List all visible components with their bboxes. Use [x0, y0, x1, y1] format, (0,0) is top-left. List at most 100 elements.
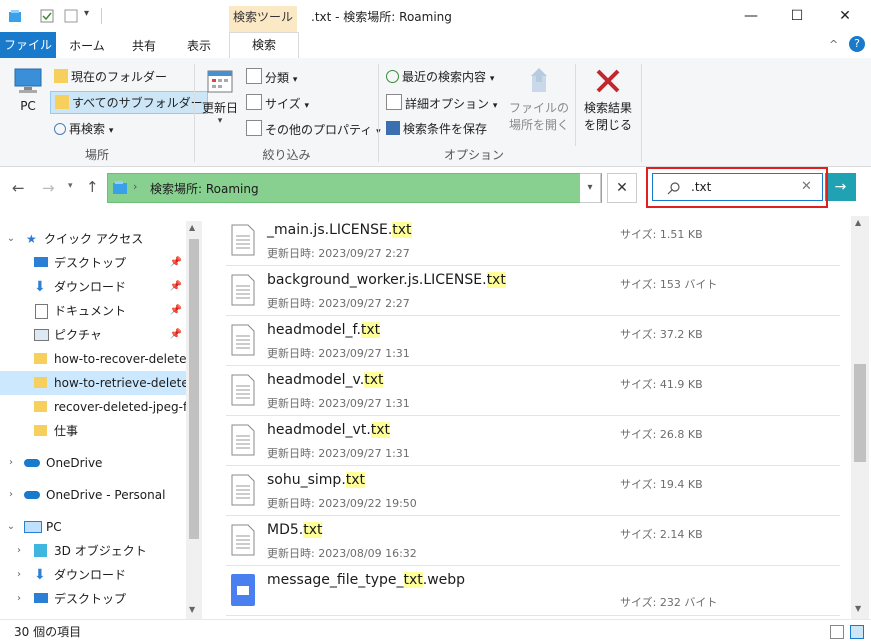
scroll-up-icon[interactable]: ▲ — [189, 223, 195, 232]
kind-button[interactable]: 分類 ▾ — [246, 68, 297, 86]
tab-home[interactable]: ホーム — [64, 34, 110, 58]
current-folder-button[interactable]: 現在のフォルダー — [54, 68, 167, 85]
nav-quick-access[interactable]: ⌄ ★ クイック アクセス — [0, 227, 186, 251]
nav-folder-label: how-to-recover-delete — [54, 352, 186, 366]
properties-icon[interactable] — [40, 9, 54, 23]
tab-share[interactable]: 共有 — [121, 34, 167, 58]
nav-onedrive[interactable]: › OneDrive — [0, 451, 186, 475]
new-folder-icon[interactable] — [64, 9, 78, 23]
nav-folder[interactable]: how-to-recover-delete — [0, 347, 186, 371]
properties-icon — [246, 120, 262, 136]
chevron-right-icon[interactable]: › — [14, 539, 24, 563]
chevron-right-icon[interactable]: › — [14, 587, 24, 611]
address-dropdown-icon[interactable]: ▾ — [580, 173, 601, 203]
size-button[interactable]: サイズ ▾ — [246, 94, 309, 112]
nav-scrollbar-thumb[interactable] — [189, 239, 199, 539]
advanced-options-button[interactable]: 詳細オプション ▾ — [386, 94, 497, 112]
details-view-icon[interactable] — [830, 625, 844, 639]
text-file-icon — [231, 224, 255, 256]
pin-icon[interactable]: 📌 — [170, 323, 182, 347]
scroll-down-icon[interactable]: ▼ — [189, 605, 195, 614]
search-again-button[interactable]: 再検索 ▾ — [54, 120, 113, 137]
file-date: 更新日時: 2023/09/22 19:50 — [267, 497, 417, 510]
search-go-button[interactable]: → — [825, 173, 856, 201]
file-name: sohu_simp.txt — [267, 472, 366, 488]
nav-3d-objects[interactable]: › 3D オブジェクト — [0, 539, 186, 563]
pc-button[interactable]: PC — [10, 66, 46, 113]
date-modified-button[interactable]: 更新日 ▾ — [198, 66, 242, 126]
nav-folder[interactable]: 仕事 — [0, 419, 186, 443]
maximize-button[interactable]: ☐ — [774, 0, 820, 32]
text-file-icon — [231, 524, 255, 556]
collapse-ribbon-icon[interactable]: ^ — [829, 38, 838, 51]
scroll-up-icon[interactable]: ▲ — [855, 218, 861, 227]
pin-icon[interactable]: 📌 — [170, 275, 182, 299]
nav-folder[interactable]: recover-deleted-jpeg-f — [0, 395, 186, 419]
pin-icon[interactable]: 📌 — [170, 251, 182, 275]
back-arrow-icon[interactable]: ← — [12, 179, 25, 197]
nav-pc-downloads[interactable]: › ⬇ ダウンロード — [0, 563, 186, 587]
tab-file[interactable]: ファイル — [0, 32, 56, 58]
nav-pictures[interactable]: ピクチャ 📌 — [0, 323, 186, 347]
text-file-icon — [231, 424, 255, 456]
pin-icon[interactable]: 📌 — [170, 299, 182, 323]
save-search-button[interactable]: 検索条件を保存 — [386, 120, 487, 137]
nav-scrollbar[interactable]: ▲ ▼ — [186, 221, 202, 619]
file-row[interactable]: _main.js.LICENSE.txt 更新日時: 2023/09/27 2:2… — [226, 216, 840, 266]
file-row[interactable]: message_file_type_txt.webp サイズ: 232 バイト — [226, 566, 840, 616]
nav-3d-objects-label: 3D オブジェクト — [54, 544, 147, 558]
recent-searches-button[interactable]: 最近の検索内容 ▾ — [386, 68, 494, 85]
nav-desktop-label: デスクトップ — [54, 256, 127, 270]
nav-desktop[interactable]: デスクトップ 📌 — [0, 251, 186, 275]
forward-arrow-icon[interactable]: → — [42, 179, 55, 197]
up-arrow-icon[interactable]: ↑ — [86, 178, 99, 196]
open-file-location-button[interactable]: ファイルの 場所を開く — [507, 66, 571, 133]
file-name: message_file_type_txt.webp — [267, 572, 465, 588]
chevron-down-icon[interactable]: ⌄ — [6, 515, 16, 539]
file-name: MD5.txt — [267, 522, 323, 538]
chevron-right-icon[interactable]: › — [6, 483, 16, 507]
large-icons-view-icon[interactable] — [850, 625, 864, 639]
nav-pc-desktop[interactable]: › デスクトップ — [0, 587, 186, 611]
file-row[interactable]: background_worker.js.LICENSE.txt 更新日時: 20… — [226, 266, 840, 316]
size-label: サイズ — [265, 97, 301, 111]
list-scrollbar-thumb[interactable] — [854, 364, 866, 462]
list-scrollbar[interactable]: ▲ ▼ — [851, 216, 869, 619]
address-bar[interactable]: › 検索場所: Roaming — [107, 173, 602, 203]
file-row[interactable]: headmodel_vt.txt 更新日時: 2023/09/27 1:31 サイズ… — [226, 416, 840, 466]
close-button[interactable]: ✕ — [822, 0, 868, 32]
nav-downloads[interactable]: ⬇ ダウンロード 📌 — [0, 275, 186, 299]
chevron-down-icon[interactable]: ⌄ — [6, 227, 16, 251]
file-size: サイズ: 41.9 KB — [620, 378, 703, 391]
match-highlight: txt — [486, 272, 506, 288]
chevron-right-icon[interactable]: › — [6, 451, 16, 475]
nav-folder-selected[interactable]: how-to-retrieve-delete — [0, 371, 186, 395]
file-size: サイズ: 37.2 KB — [620, 328, 703, 341]
tab-view[interactable]: 表示 — [176, 34, 222, 58]
advanced-options-icon — [386, 94, 402, 110]
folder-icon — [34, 401, 47, 412]
file-name-prefix: _main.js.LICENSE. — [267, 222, 393, 238]
explorer-icon[interactable] — [8, 9, 22, 23]
window-title: .txt - 検索場所: Roaming — [311, 10, 452, 24]
chevron-right-icon[interactable]: › — [14, 563, 24, 587]
file-size: サイズ: 19.4 KB — [620, 478, 703, 491]
other-properties-button[interactable]: その他のプロパティ ▾ — [246, 120, 381, 138]
close-search-button[interactable]: 検索結果 を閉じる — [578, 66, 638, 133]
cancel-search-button[interactable]: ✕ — [607, 173, 637, 203]
customize-qat-icon[interactable]: ▾ — [84, 8, 89, 19]
file-row[interactable]: sohu_simp.txt 更新日時: 2023/09/22 19:50 サイズ: … — [226, 466, 840, 516]
nav-onedrive-personal[interactable]: › OneDrive - Personal — [0, 483, 186, 507]
nav-pc[interactable]: ⌄ PC — [0, 515, 186, 539]
scroll-down-icon[interactable]: ▼ — [855, 604, 861, 613]
nav-documents[interactable]: ドキュメント 📌 — [0, 299, 186, 323]
file-row[interactable]: headmodel_f.txt 更新日時: 2023/09/27 1:31 サイズ:… — [226, 316, 840, 366]
all-subfolders-button[interactable]: すべてのサブフォルダー — [50, 91, 208, 114]
recent-locations-icon[interactable]: ▾ — [68, 181, 73, 191]
file-row[interactable]: MD5.txt 更新日時: 2023/08/09 16:32 サイズ: 2.14 K… — [226, 516, 840, 566]
tab-search[interactable]: 検索 — [229, 32, 299, 60]
help-icon[interactable]: ? — [849, 36, 865, 52]
recent-searches-icon — [386, 70, 399, 83]
minimize-button[interactable]: — — [728, 0, 774, 32]
file-row[interactable]: headmodel_v.txt 更新日時: 2023/09/27 1:31 サイズ:… — [226, 366, 840, 416]
